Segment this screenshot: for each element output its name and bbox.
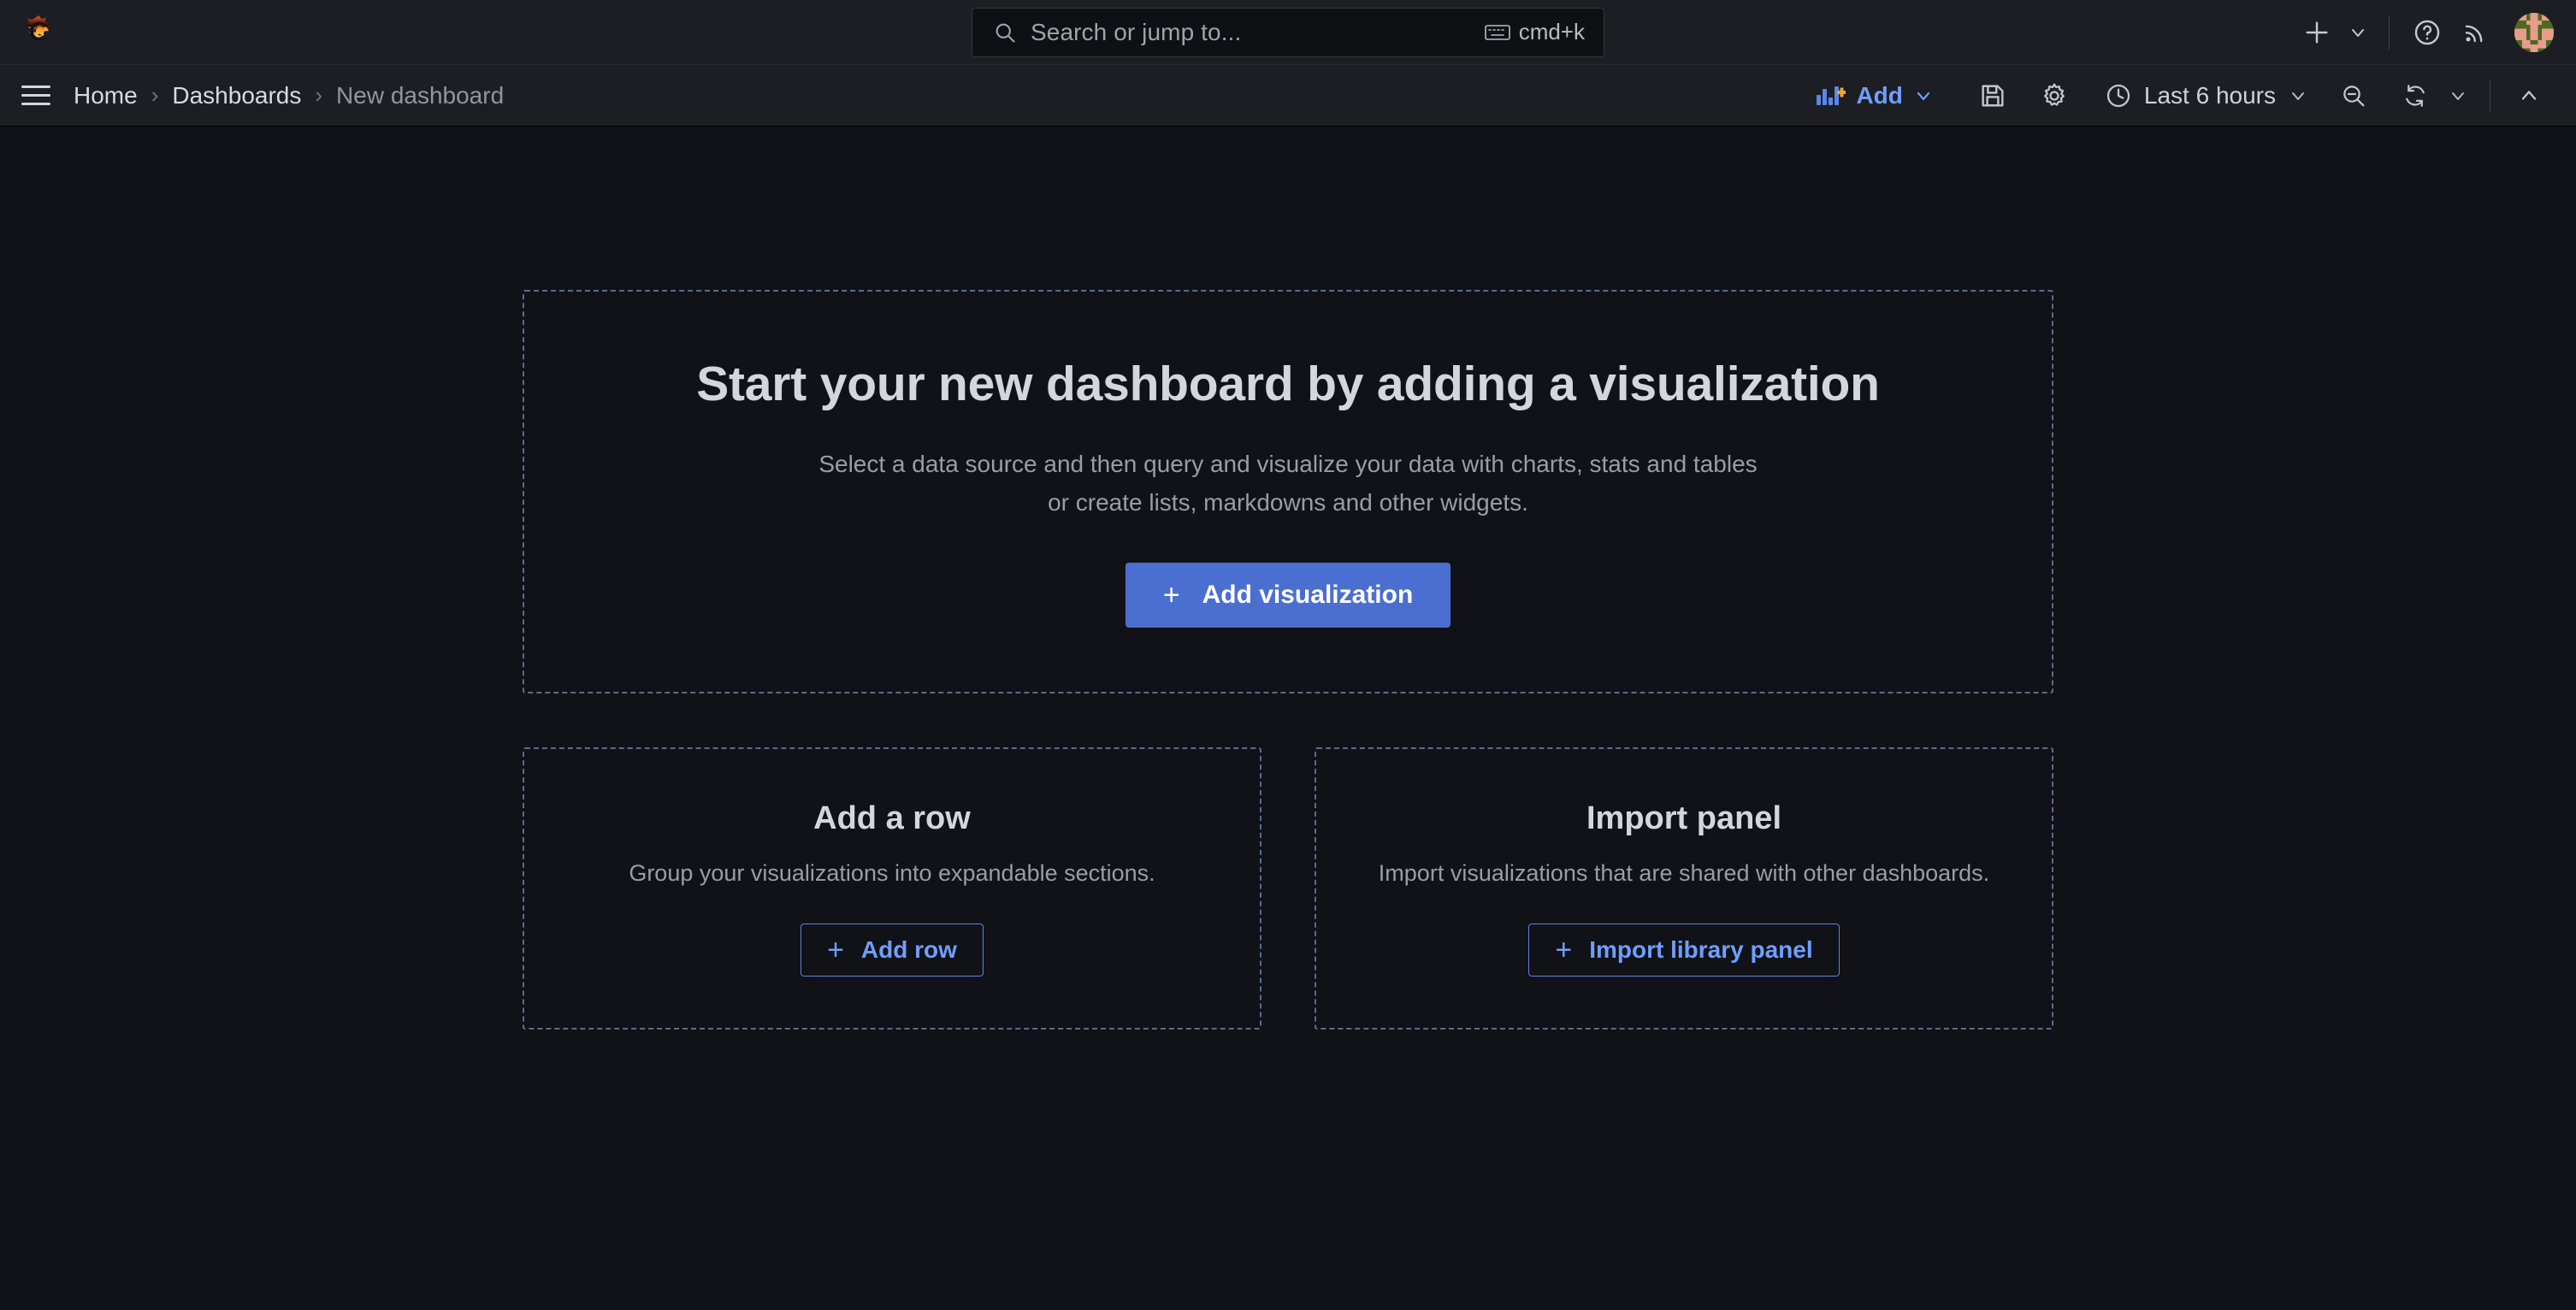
- add-row-description: Group your visualizations into expandabl…: [629, 860, 1155, 886]
- add-row-card[interactable]: Add a row Group your visualizations into…: [523, 747, 1261, 1030]
- news-button[interactable]: [2451, 9, 2499, 56]
- top-bar-actions: [2293, 9, 2554, 56]
- chevron-down-icon: [2292, 91, 2304, 100]
- hamburger-menu-icon: [21, 86, 50, 105]
- plus-icon: +: [1555, 934, 1573, 966]
- add-row-title: Add a row: [813, 800, 971, 836]
- zoom-out-icon: [2343, 85, 2365, 106]
- add-visualization-label: Add visualization: [1202, 581, 1414, 610]
- chevron-down-icon: [2352, 28, 2364, 37]
- grafana-logo-icon: [26, 15, 50, 41]
- add-visualization-button[interactable]: + Add visualization: [1125, 563, 1451, 628]
- save-icon: [1982, 84, 2004, 107]
- search-container: Search or jump to... cmd+k: [972, 7, 1604, 57]
- refresh-icon: [2406, 84, 2425, 107]
- dashboard-settings-button[interactable]: [2029, 71, 2079, 121]
- avatar-identicon-icon: [2514, 12, 2554, 52]
- menu-toggle-button[interactable]: [0, 65, 72, 127]
- hero-description-line-2: or create lists, markdowns and other wid…: [1048, 489, 1528, 516]
- import-library-panel-button[interactable]: + Import library panel: [1528, 923, 1840, 977]
- help-button[interactable]: [2403, 9, 2451, 56]
- plus-icon: +: [827, 934, 844, 966]
- hero-description: Select a data source and then query and …: [818, 445, 1757, 522]
- search-placeholder: Search or jump to...: [1031, 18, 1242, 45]
- clock-icon: [2106, 84, 2130, 107]
- save-dashboard-button[interactable]: [1968, 71, 2018, 121]
- breadcrumb-item-home[interactable]: Home: [72, 82, 139, 109]
- dashboard-toolbar: Home › Dashboards › New dashboard Add La…: [0, 65, 2576, 127]
- page-title: Start your new dashboard by adding a vis…: [696, 356, 1880, 411]
- breadcrumb-item-new-dashboard[interactable]: New dashboard: [334, 82, 505, 109]
- toolbar-actions: Add Last 6 hours: [1805, 71, 2554, 121]
- search-icon: [996, 23, 1015, 43]
- search-shortcut: cmd+k: [1484, 19, 1585, 45]
- search-input[interactable]: Search or jump to... cmd+k: [972, 7, 1604, 57]
- time-range-chevron: [2288, 86, 2308, 106]
- hero-description-line-1: Select a data source and then query and …: [818, 450, 1758, 477]
- add-panel-icon: [1817, 86, 1846, 105]
- breadcrumb-item-dashboards[interactable]: Dashboards: [170, 82, 303, 109]
- chevron-down-icon: [2452, 91, 2464, 100]
- import-panel-description: Import visualizations that are shared wi…: [1378, 860, 1990, 886]
- add-row-label: Add row: [860, 936, 957, 963]
- dashboard-canvas: Start your new dashboard by adding a vis…: [0, 127, 2576, 1310]
- help-circle-icon: [2414, 20, 2440, 44]
- import-library-panel-label: Import library panel: [1589, 936, 1813, 963]
- new-button[interactable]: [2293, 9, 2341, 56]
- search-shortcut-label: cmd+k: [1518, 19, 1585, 44]
- add-visualization-dropzone[interactable]: Start your new dashboard by adding a vis…: [523, 290, 2053, 693]
- plus-icon: +: [1162, 579, 1180, 612]
- topbar-divider: [2389, 15, 2390, 50]
- plus-icon: [2306, 21, 2328, 44]
- import-panel-card[interactable]: Import panel Import visualizations that …: [1315, 747, 2053, 1030]
- empty-state-stack: Start your new dashboard by adding a vis…: [523, 290, 2053, 1030]
- add-panel-label: Add: [1856, 81, 1903, 109]
- grafana-home-link[interactable]: [0, 14, 79, 51]
- top-bar: Search or jump to... cmd+k: [0, 0, 2576, 65]
- add-row-button[interactable]: + Add row: [801, 923, 984, 977]
- chevron-up-icon: [2521, 90, 2537, 100]
- breadcrumb-separator: ›: [315, 82, 323, 108]
- secondary-cards: Add a row Group your visualizations into…: [523, 747, 2053, 1030]
- breadcrumb: Home › Dashboards › New dashboard: [72, 82, 505, 109]
- time-range-label: Last 6 hours: [2143, 81, 2276, 109]
- gear-icon: [2043, 83, 2065, 106]
- add-panel-chevron: [1913, 86, 1934, 106]
- zoom-out-time-button[interactable]: [2329, 71, 2378, 121]
- collapse-toolbar-button[interactable]: [2504, 71, 2554, 121]
- new-menu-chevron[interactable]: [2341, 9, 2375, 56]
- breadcrumb-separator: ›: [151, 82, 159, 108]
- avatar[interactable]: [2514, 12, 2554, 52]
- time-range-picker[interactable]: Last 6 hours: [2094, 75, 2319, 116]
- add-panel-button[interactable]: Add: [1805, 75, 1945, 116]
- rss-icon: [2465, 25, 2483, 42]
- refresh-button[interactable]: [2390, 71, 2440, 121]
- keyboard-icon: [1484, 24, 1510, 40]
- refresh-interval-chevron[interactable]: [2440, 71, 2476, 121]
- chevron-down-icon: [1917, 91, 1929, 100]
- import-panel-title: Import panel: [1586, 800, 1782, 836]
